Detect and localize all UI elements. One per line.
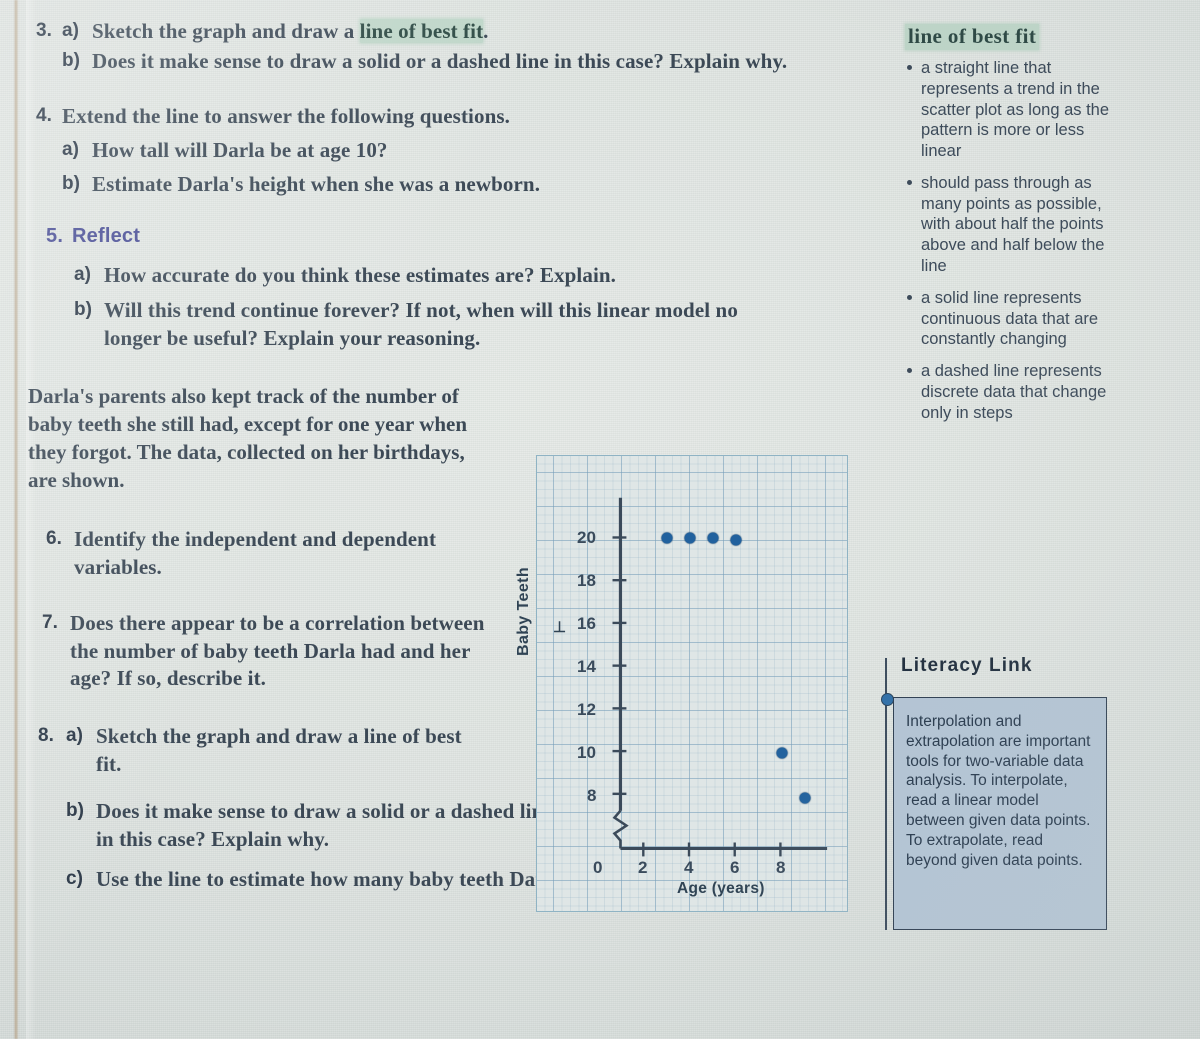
book-spine-shadow [26, 0, 36, 1039]
q3a-highlight-term: line of best fit [359, 19, 484, 43]
y-axis-break-symbol [612, 809, 629, 849]
question-3b: b) Does it make sense to draw a solid or… [36, 48, 826, 76]
data-point-1 [661, 532, 673, 544]
x-axis-title: Age (years) [677, 880, 765, 897]
question-4b-text: Estimate Darla's height when she was a n… [92, 171, 541, 196]
x-tick-2: 2 [638, 858, 648, 877]
question-4-number: 4. [36, 105, 52, 127]
question-8-number: 8. [38, 725, 54, 747]
question-3a-letter: a) [62, 20, 79, 41]
question-3b-letter: b) [62, 49, 80, 71]
definition-bullet-4: a dashed line represents discrete data t… [905, 361, 1123, 423]
y-axis-unit-bracket: ⊥ [553, 619, 567, 636]
question-4: 4. Extend the line to answer the followi… [36, 103, 826, 131]
x-tick-8: 8 [776, 858, 786, 877]
definition-bullet-2: should pass through as many points as po… [905, 173, 1123, 277]
x-tick-6: 6 [730, 858, 740, 877]
question-5b-text: Will this trend continue forever? If not… [104, 298, 738, 351]
question-7-number: 7. [42, 611, 58, 633]
question-6-number: 6. [46, 528, 62, 550]
question-5a-letter: a) [74, 263, 91, 285]
question-5-number: 5. [46, 224, 64, 247]
definition-bullet-list: a straight line that represents a trend … [905, 58, 1123, 424]
x-tick-4: 4 [684, 858, 694, 877]
question-5b: b) Will this trend continue forever? If … [36, 297, 826, 352]
book-spine-line [14, 0, 18, 1039]
reflect-heading: Reflect [72, 224, 141, 247]
bullet-dot-icon [907, 368, 912, 374]
y-tick-10: 10 [577, 743, 596, 762]
y-tick-18: 18 [577, 571, 596, 590]
definition-title: line of best fit [905, 24, 1040, 50]
data-point-3 [707, 532, 719, 544]
q3a-text-after: . [483, 19, 489, 43]
literacy-link-box: Interpolation and extrapolation are impo… [893, 697, 1107, 930]
literacy-link-title: Literacy Link [901, 655, 1033, 676]
y-tick-20: 20 [577, 528, 596, 547]
question-5b-letter: b) [74, 299, 92, 321]
y-tick-14: 14 [577, 657, 596, 676]
definition-sidebar: line of best fit a straight line that re… [905, 24, 1123, 435]
definition-bullet-4-text: a dashed line represents discrete data t… [921, 362, 1107, 422]
question-8b-letter: b) [66, 800, 84, 822]
question-3a-text: Sketch the graph and draw a line of best… [92, 18, 489, 46]
question-4b-letter: b) [62, 172, 80, 194]
q3a-text-before: Sketch the graph and draw a [92, 19, 360, 43]
bullet-dot-icon [907, 294, 912, 300]
intro-paragraph: Darla's parents also kept track of the n… [28, 383, 468, 492]
data-point-6 [799, 792, 811, 804]
question-8c-letter: c) [66, 867, 83, 889]
question-4-lead: Extend the line to answer the following … [62, 104, 510, 129]
question-4b: b) Estimate Darla's height when she was … [36, 171, 826, 199]
bullet-dot-icon [907, 179, 912, 185]
question-4a-text: How tall will Darla be at age 10? [92, 138, 388, 163]
definition-bullet-3: a solid line represents continuous data … [905, 288, 1123, 350]
bullet-dot-icon [907, 65, 912, 70]
question-5: 5. Reflect [46, 225, 826, 248]
question-4a-letter: a) [62, 139, 79, 161]
scatter-plot-svg [612, 497, 828, 857]
question-8b-text: Does it make sense to draw a solid or a … [96, 799, 553, 852]
definition-bullet-2-text: should pass through as many points as po… [921, 173, 1105, 276]
y-tick-8: 8 [587, 786, 597, 805]
scatter-plot-figure: 20 18 16 14 12 10 8 0 2 4 6 8 Age (years… [515, 455, 848, 912]
question-3: 3. a) Sketch the graph and draw a line o… [36, 18, 826, 46]
definition-bullet-1: a straight line that represents a trend … [905, 58, 1123, 162]
definition-bullet-3-text: a solid line represents continuous data … [921, 288, 1099, 349]
literacy-link-body: Interpolation and extrapolation are impo… [906, 713, 1091, 869]
y-tick-16: 16 [577, 614, 596, 633]
definition-bullet-1-text: a straight line that represents a trend … [921, 59, 1110, 161]
question-6-text: Identify the independent and dependent v… [74, 527, 437, 580]
data-point-2 [684, 532, 696, 544]
question-7-text: Does there appear to be a correlation be… [70, 610, 485, 691]
data-point-4 [730, 534, 742, 546]
data-point-5 [776, 747, 788, 759]
y-axis-title: Baby Teeth [515, 566, 532, 656]
question-8a-text: Sketch the graph and draw a line of best… [96, 724, 462, 776]
question-3b-text: Does it make sense to draw a solid or a … [92, 48, 788, 73]
question-8a-letter: a) [66, 725, 83, 747]
question-3-number: 3. [36, 20, 52, 41]
question-4a: a) How tall will Darla be at age 10? [36, 137, 826, 165]
question-5a-text: How accurate do you think these estimate… [104, 262, 617, 287]
x-tick-0: 0 [593, 858, 603, 877]
question-5a: a) How accurate do you think these estim… [36, 262, 826, 290]
y-tick-12: 12 [577, 700, 596, 719]
